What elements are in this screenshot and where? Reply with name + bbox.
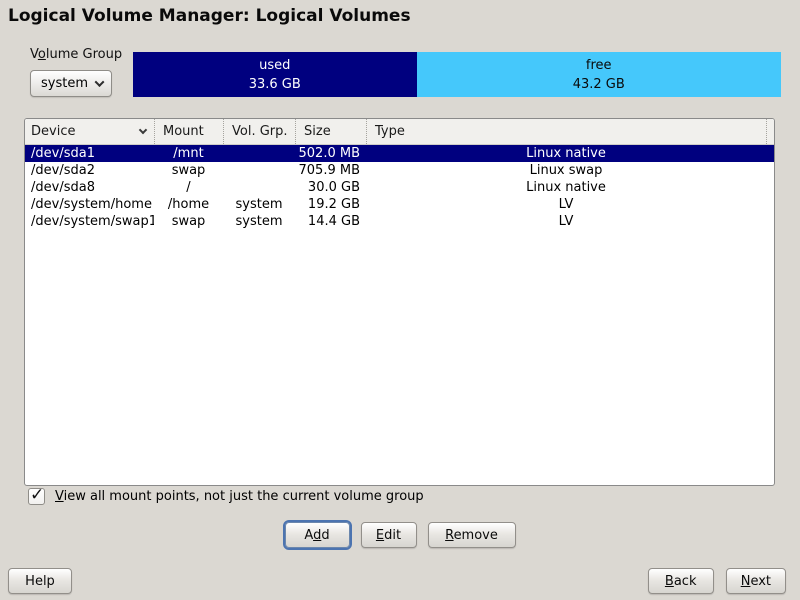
edit-button[interactable]: Edit: [361, 522, 417, 548]
view-all-row: ✓ View all mount points, not just the cu…: [28, 488, 424, 505]
usage-bar: used 33.6 GB free 43.2 GB: [133, 52, 781, 97]
used-segment: used 33.6 GB: [133, 52, 417, 97]
table-row[interactable]: /dev/sda8 / 30.0 GB Linux native: [25, 179, 774, 196]
page-title: Logical Volume Manager: Logical Volumes: [8, 6, 411, 26]
table-row[interactable]: /dev/sda2 swap 705.9 MB Linux swap: [25, 162, 774, 179]
column-header-device[interactable]: Device: [25, 119, 154, 144]
column-header-type[interactable]: Type: [366, 119, 766, 144]
nav-button-row: Back Next: [648, 568, 786, 594]
view-all-checkbox[interactable]: ✓: [28, 488, 45, 505]
action-button-row: Add Edit Remove: [0, 522, 800, 548]
back-button[interactable]: Back: [648, 568, 714, 594]
table-row[interactable]: /dev/system/home /home system 19.2 GB LV: [25, 196, 774, 213]
next-button[interactable]: Next: [726, 568, 786, 594]
chevron-down-icon: [95, 77, 105, 87]
column-header-vol-grp[interactable]: Vol. Grp.: [223, 119, 295, 144]
free-segment: free 43.2 GB: [417, 52, 782, 97]
column-header-size[interactable]: Size: [295, 119, 366, 144]
volumes-table: Device Mount Vol. Grp. Size Type /dev/sd…: [24, 118, 775, 486]
add-button[interactable]: Add: [285, 522, 350, 548]
volume-group-select[interactable]: system: [30, 70, 112, 97]
table-row[interactable]: /dev/system/swap1 swap system 14.4 GB LV: [25, 213, 774, 230]
help-button[interactable]: Help: [8, 568, 72, 594]
volume-group-label: Volume Group: [30, 47, 122, 62]
checkmark-icon: ✓: [30, 485, 44, 505]
header-spacer: [766, 119, 774, 144]
used-label: used: [259, 56, 290, 75]
table-row[interactable]: /dev/sda1 /mnt 502.0 MB Linux native: [25, 145, 774, 162]
used-value: 33.6 GB: [249, 75, 301, 94]
free-label: free: [586, 56, 612, 75]
column-header-mount[interactable]: Mount: [154, 119, 223, 144]
remove-button[interactable]: Remove: [428, 522, 516, 548]
table-header: Device Mount Vol. Grp. Size Type: [25, 119, 774, 145]
lvm-dialog: { "title": "Logical Volume Manager: Logi…: [0, 0, 800, 600]
view-all-label[interactable]: View all mount points, not just the curr…: [55, 489, 424, 504]
volume-group-selected-value: system: [41, 76, 88, 91]
free-value: 43.2 GB: [573, 75, 625, 94]
sort-indicator-icon: [139, 126, 147, 134]
